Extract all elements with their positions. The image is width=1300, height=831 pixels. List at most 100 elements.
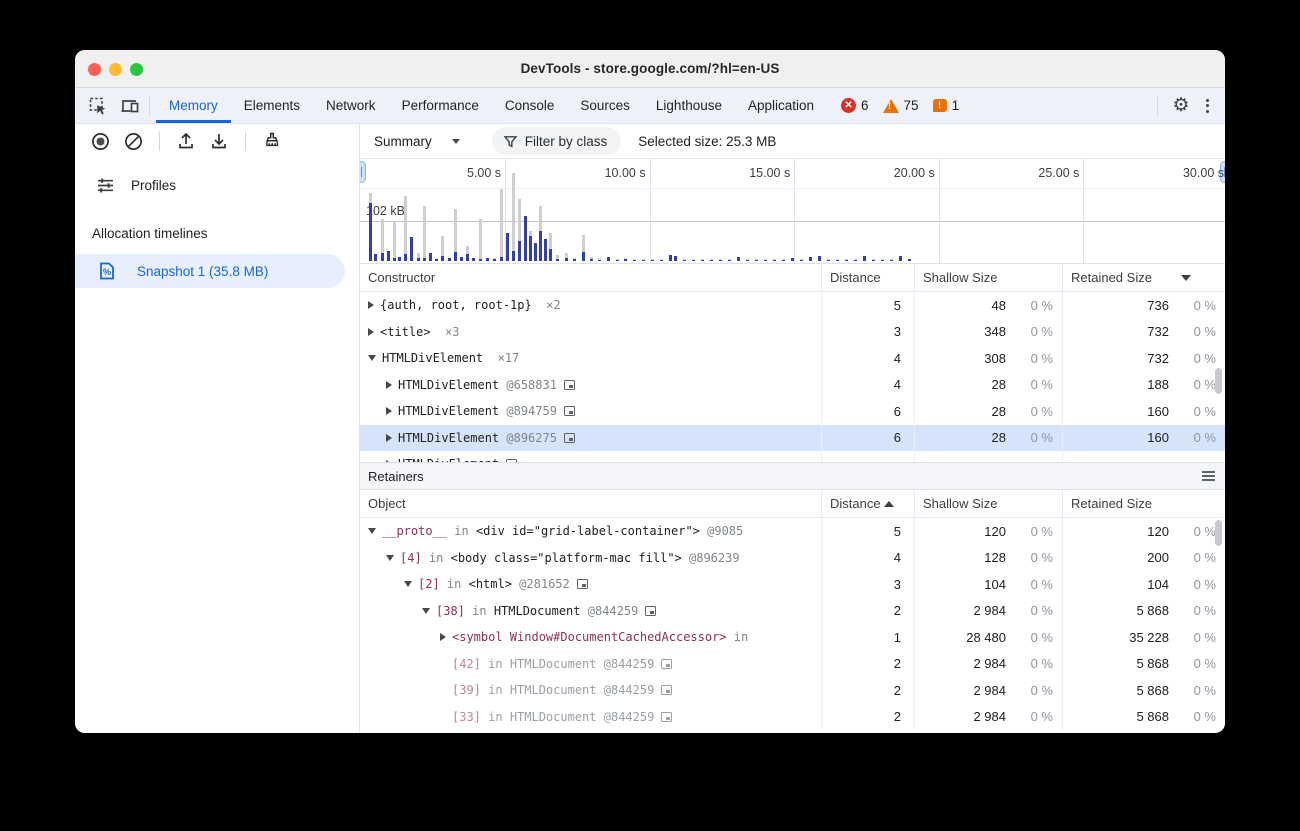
cell-value: 4 [894,550,901,565]
retainer-row[interactable]: [38] in HTMLDocument @84425922 9840 %5 8… [360,598,1225,625]
cell-percent: 0 % [1006,524,1062,539]
reveal-in-elements-icon[interactable] [564,406,575,416]
reveal-in-elements-icon[interactable] [564,433,575,443]
tab-performance[interactable]: Performance [389,88,492,123]
column-header-shallow-size[interactable]: Shallow Size [915,490,1063,517]
cell-value: 28 480 [966,630,1006,645]
constructor-row[interactable]: {auth, root, root-1p} ×25480 %7360 % [360,292,1225,319]
timeline-left-range-handle[interactable] [360,161,366,183]
retainer-row[interactable]: [4] in <body class="platform-mac fill"> … [360,545,1225,572]
expand-arrow-icon[interactable] [368,301,374,309]
collapse-arrow-icon[interactable] [386,555,394,561]
tab-console[interactable]: Console [492,88,568,123]
cell-value: 6 [894,430,901,445]
retainers-menu-icon[interactable] [1202,471,1215,481]
timeline-tick-label: 15.00 s [749,166,790,180]
device-toolbar-icon[interactable] [117,93,143,119]
inspect-element-icon[interactable] [85,93,111,119]
expand-arrow-icon[interactable] [386,434,392,442]
retainer-row[interactable]: __proto__ in <div id="grid-label-contain… [360,518,1225,545]
cell-value: 120 [984,524,1006,539]
constructor-row[interactable]: HTMLDivElement ×1743080 %7320 % [360,345,1225,372]
collapse-arrow-icon[interactable] [404,581,412,587]
console-errors-badge[interactable]: ✕ 6 [841,98,869,113]
constructor-row[interactable]: HTMLDivElement @8962756280 %1600 % [360,425,1225,452]
expand-arrow-icon[interactable] [368,328,374,336]
constructor-row[interactable]: HTMLDivElement @8947596280 %1600 % [360,398,1225,425]
reveal-in-elements-icon[interactable] [577,579,588,589]
close-window-button[interactable] [88,63,101,76]
cell-percent: 0 % [1006,404,1062,419]
column-header-object[interactable]: Object [360,490,822,517]
cell-value: 160 [1147,404,1169,419]
column-header-constructor[interactable]: Constructor [360,264,822,291]
load-profile-icon[interactable] [173,128,199,154]
cell-value: 5 868 [1136,656,1169,671]
retainer-row[interactable]: [2] in <html> @28165231040 %1040 % [360,571,1225,598]
issues-badge[interactable]: ! 1 [933,98,960,113]
collapse-arrow-icon[interactable] [422,608,430,614]
reveal-in-elements-icon[interactable] [661,685,672,695]
expand-arrow-icon[interactable] [440,633,446,641]
allocation-timeline-chart[interactable]: 102 kB 5.00 s10.00 s15.00 s20.00 s25.00 … [360,158,1225,264]
more-options-icon[interactable] [1198,99,1217,113]
retainer-row[interactable]: [42] in HTMLDocument @84425922 9840 %5 8… [360,651,1225,678]
retainer-row[interactable]: <symbol Window#DocumentCachedAccessor> i… [360,624,1225,651]
sidebar-item-profiles[interactable]: Profiles [75,168,359,202]
timeline-bar-live [728,260,731,261]
table-cell: 5 [822,292,915,319]
column-header-retained-size[interactable]: Retained Size [1063,264,1225,291]
save-profile-icon[interactable] [206,128,232,154]
error-count: 6 [861,98,869,113]
reveal-in-elements-icon[interactable] [564,380,575,390]
reveal-in-elements-icon[interactable] [645,606,656,616]
constructor-row[interactable]: HTMLDivElement [360,451,1225,462]
zoom-window-button[interactable] [130,63,143,76]
console-warnings-badge[interactable]: 75 [883,98,919,113]
retainer-property: [38] [436,604,465,618]
record-heap-snapshot-icon[interactable] [87,128,113,154]
tab-memory[interactable]: Memory [156,88,231,123]
column-header-distance[interactable]: Distance [822,490,915,517]
timeline-bar-live [448,258,451,261]
cell-percent: 0 % [1006,709,1062,724]
clear-profiles-icon[interactable] [120,128,146,154]
expand-arrow-icon[interactable] [386,381,392,389]
constructor-row[interactable]: HTMLDivElement @6588314280 %1880 % [360,372,1225,399]
vertical-scrollbar-thumb[interactable] [1215,368,1222,394]
collapse-arrow-icon[interactable] [368,355,376,361]
tab-sources[interactable]: Sources [567,88,643,123]
tab-network[interactable]: Network [313,88,389,123]
expand-arrow-icon[interactable] [386,460,392,462]
timeline-bar-live [493,259,496,261]
expand-arrow-icon[interactable] [386,407,392,415]
reveal-in-elements-icon[interactable] [661,659,672,669]
column-header-shallow-size[interactable]: Shallow Size [915,264,1063,291]
column-header-distance[interactable]: Distance [822,264,915,291]
reveal-in-elements-icon[interactable] [506,459,517,462]
sidebar-item-snapshot-1[interactable]: % Snapshot 1 (35.8 MB) [75,254,345,288]
retainers-table-header: Object Distance Shallow Size Retained Si… [360,490,1225,518]
reveal-in-elements-icon[interactable] [661,712,672,722]
retainer-row[interactable]: [33] in HTMLDocument @84425922 9840 %5 8… [360,704,1225,731]
column-header-retained-size[interactable]: Retained Size [1063,490,1225,517]
collapse-arrow-icon[interactable] [368,528,376,534]
perspective-select[interactable]: Summary [370,134,470,149]
tab-lighthouse[interactable]: Lighthouse [643,88,735,123]
settings-gear-icon[interactable]: ⚙ [1168,93,1194,119]
table-cell-name: [2] in <html> @281652 [360,571,822,598]
in-keyword: in [422,551,451,565]
vertical-scrollbar-thumb[interactable] [1215,520,1222,546]
retainer-object: HTMLDocument [494,604,581,618]
perspective-selected-value: Summary [374,134,432,149]
cell-percent: 0 % [1006,377,1062,392]
snapshot-label: Snapshot 1 (35.8 MB) [137,264,268,279]
tab-elements[interactable]: Elements [231,88,313,123]
retainers-section-header[interactable]: Retainers [360,462,1225,490]
tab-application[interactable]: Application [735,88,827,123]
retainer-row[interactable]: [39] in HTMLDocument @84425922 9840 %5 8… [360,677,1225,704]
clear-brush-icon[interactable] [259,128,285,154]
minimize-window-button[interactable] [109,63,122,76]
constructor-row[interactable]: <title> ×333480 %7320 % [360,319,1225,346]
filter-by-class-input[interactable]: Filter by class [492,127,622,155]
